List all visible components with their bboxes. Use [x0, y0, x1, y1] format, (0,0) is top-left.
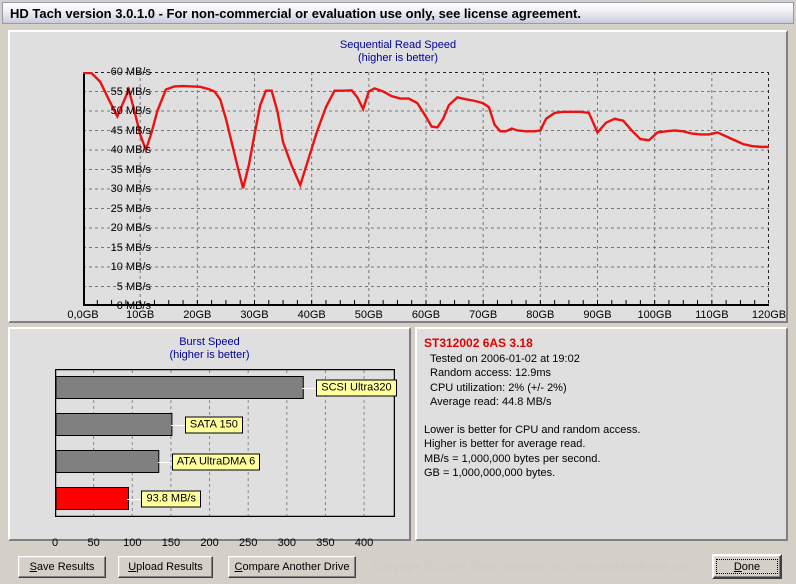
sequential-x-tick: 100GB	[637, 309, 672, 321]
sequential-x-tick: 30GB	[240, 309, 269, 321]
burst-x-tick: 300	[277, 537, 296, 549]
burst-bar-leader-line	[302, 387, 317, 389]
window-title: HD Tach version 3.0.1.0 - For non-commer…	[10, 5, 581, 21]
burst-x-tick: 350	[316, 537, 335, 549]
save-accel-letter: S	[29, 561, 37, 573]
note-mbps-definition: MB/s = 1,000,000 bytes per second.	[424, 452, 601, 465]
sequential-read-graph	[83, 72, 769, 306]
sequential-x-tick: 50GB	[354, 309, 383, 321]
compare-label: Compare Another Drive	[235, 561, 350, 573]
burst-bar-label: SCSI Ultra320	[316, 379, 397, 396]
sequential-chart-title: Sequential Read Speed (higher is better)	[10, 39, 786, 65]
sequential-y-tick: 35 MB/s	[110, 163, 151, 176]
burst-bar-label: 93.8 MB/s	[141, 490, 201, 507]
done-accel-letter: D	[733, 560, 742, 573]
save-results-label: Save Results	[30, 561, 95, 573]
done-button-focus-ring: Done	[716, 559, 778, 574]
burst-chart-title-main: Burst Speed	[179, 336, 240, 348]
burst-x-tick: 0	[51, 537, 59, 549]
burst-bar-label: SATA 150	[184, 416, 243, 433]
sequential-y-tick: 5 MB/s	[116, 280, 151, 293]
sequential-plot-area: 0 MB/s 5 MB/s 10 MB/s 15 MB/s 20 MB/s 25 MB/s…	[67, 66, 786, 321]
cpu-utilization-text: CPU utilization: 2% (+/- 2%)	[430, 381, 567, 394]
burst-x-tick: 100	[123, 537, 142, 549]
burst-bar-leader-line	[157, 461, 172, 463]
sequential-y-tick: 15 MB/s	[110, 241, 151, 254]
sequential-y-tick: 25 MB/s	[110, 202, 151, 215]
sequential-x-tick: 90GB	[583, 309, 612, 321]
sequential-y-axis-labels: 0 MB/s 5 MB/s 10 MB/s 15 MB/s 20 MB/s 25 MB/s…	[83, 66, 156, 312]
note-lower-is-better: Lower is better for CPU and random acces…	[424, 423, 641, 436]
save-results-button[interactable]: Save Results	[18, 556, 106, 578]
sequential-x-tick: 80GB	[526, 309, 555, 321]
average-read-text: Average read: 44.8 MB/s	[430, 396, 552, 408]
burst-x-tick: 400	[354, 537, 374, 549]
sequential-x-tick: 120GB	[751, 309, 787, 321]
note-higher-is-better: Higher is better for average read.	[424, 438, 586, 450]
burst-chart-title: Burst Speed (higher is better)	[10, 336, 409, 362]
sequential-x-tick: 20GB	[183, 309, 212, 321]
sequential-y-tick: 50 MB/s	[110, 105, 151, 117]
note-gb-definition: GB = 1,000,000,000 bytes.	[424, 467, 556, 479]
upload-results-button[interactable]: Upload Results	[118, 556, 213, 578]
done-button[interactable]: Done	[712, 554, 782, 579]
sequential-x-tick: 40GB	[297, 309, 326, 321]
burst-bar-label: ATA UltraDMA 6	[171, 453, 261, 470]
sequential-y-tick: 40 MB/s	[110, 144, 151, 156]
compare-rest-label: ompare Another Drive	[242, 561, 350, 573]
burst-x-tick: 150	[161, 537, 181, 549]
burst-speed-panel: Burst Speed (higher is better) SCSI Ultr…	[8, 327, 411, 549]
sequential-y-tick: 10 MB/s	[110, 261, 151, 273]
burst-bar-leader-line	[127, 498, 142, 500]
sequential-x-tick: 110GB	[695, 309, 729, 321]
drive-model: ST312002 6AS 3.18	[424, 336, 533, 350]
window-title-bar: HD Tach version 3.0.1.0 - For non-commer…	[2, 2, 794, 24]
sequential-x-axis-labels: 0,0GB 10GB 20GB 30GB 40GB 50GB 60GB 70GB 80GB 90G…	[67, 309, 786, 325]
sequential-y-tick: 60 MB/s	[110, 66, 151, 78]
hd-tach-window: HD Tach version 3.0.1.0 - For non-commer…	[0, 0, 796, 584]
burst-bar-leader-line	[170, 424, 185, 426]
sequential-y-tick: 45 MB/s	[110, 124, 151, 137]
burst-x-tick: 50	[87, 537, 100, 549]
drive-info-panel: ST312002 6AS 3.18 Tested on 2006-01-02 a…	[415, 327, 788, 541]
sequential-x-tick: 70GB	[469, 309, 498, 321]
done-rest-label: one	[741, 560, 761, 573]
burst-x-tick: 250	[238, 537, 258, 549]
save-rest-label: ave Results	[36, 561, 95, 573]
done-label: Done	[734, 561, 760, 573]
upload-results-label: Upload Results	[128, 561, 203, 573]
tested-on-text: Tested on 2006-01-02 at 19:02	[430, 352, 580, 365]
sequential-read-panel: Sequential Read Speed (higher is better)…	[8, 30, 788, 323]
copyright-text: Copyright (C) 2004 Simpli Software, Inc.…	[373, 561, 693, 573]
burst-x-tick: 200	[200, 537, 219, 549]
sequential-chart-subtitle: (higher is better)	[357, 52, 439, 64]
sequential-x-tick: 0,0GB	[67, 309, 99, 321]
upload-accel-letter: U	[128, 561, 137, 573]
sequential-y-tick: 20 MB/s	[110, 222, 151, 234]
random-access-text: Random access: 12.9ms	[430, 367, 552, 379]
upload-rest-label: pload Results	[136, 561, 203, 573]
burst-chart-subtitle: (higher is better)	[169, 349, 250, 361]
sequential-x-tick: 60GB	[411, 309, 441, 321]
sequential-y-tick: 55 MB/s	[110, 85, 151, 98]
burst-plot-area: SCSI Ultra320 SATA 150 ATA UltraDMA 6 93.8 …	[52, 369, 397, 549]
sequential-y-tick: 30 MB/s	[110, 183, 151, 195]
compare-another-drive-button[interactable]: Compare Another Drive	[228, 556, 356, 578]
sequential-x-tick: 10GB	[126, 309, 155, 321]
sequential-chart-title-main: Sequential Read Speed	[339, 39, 457, 51]
